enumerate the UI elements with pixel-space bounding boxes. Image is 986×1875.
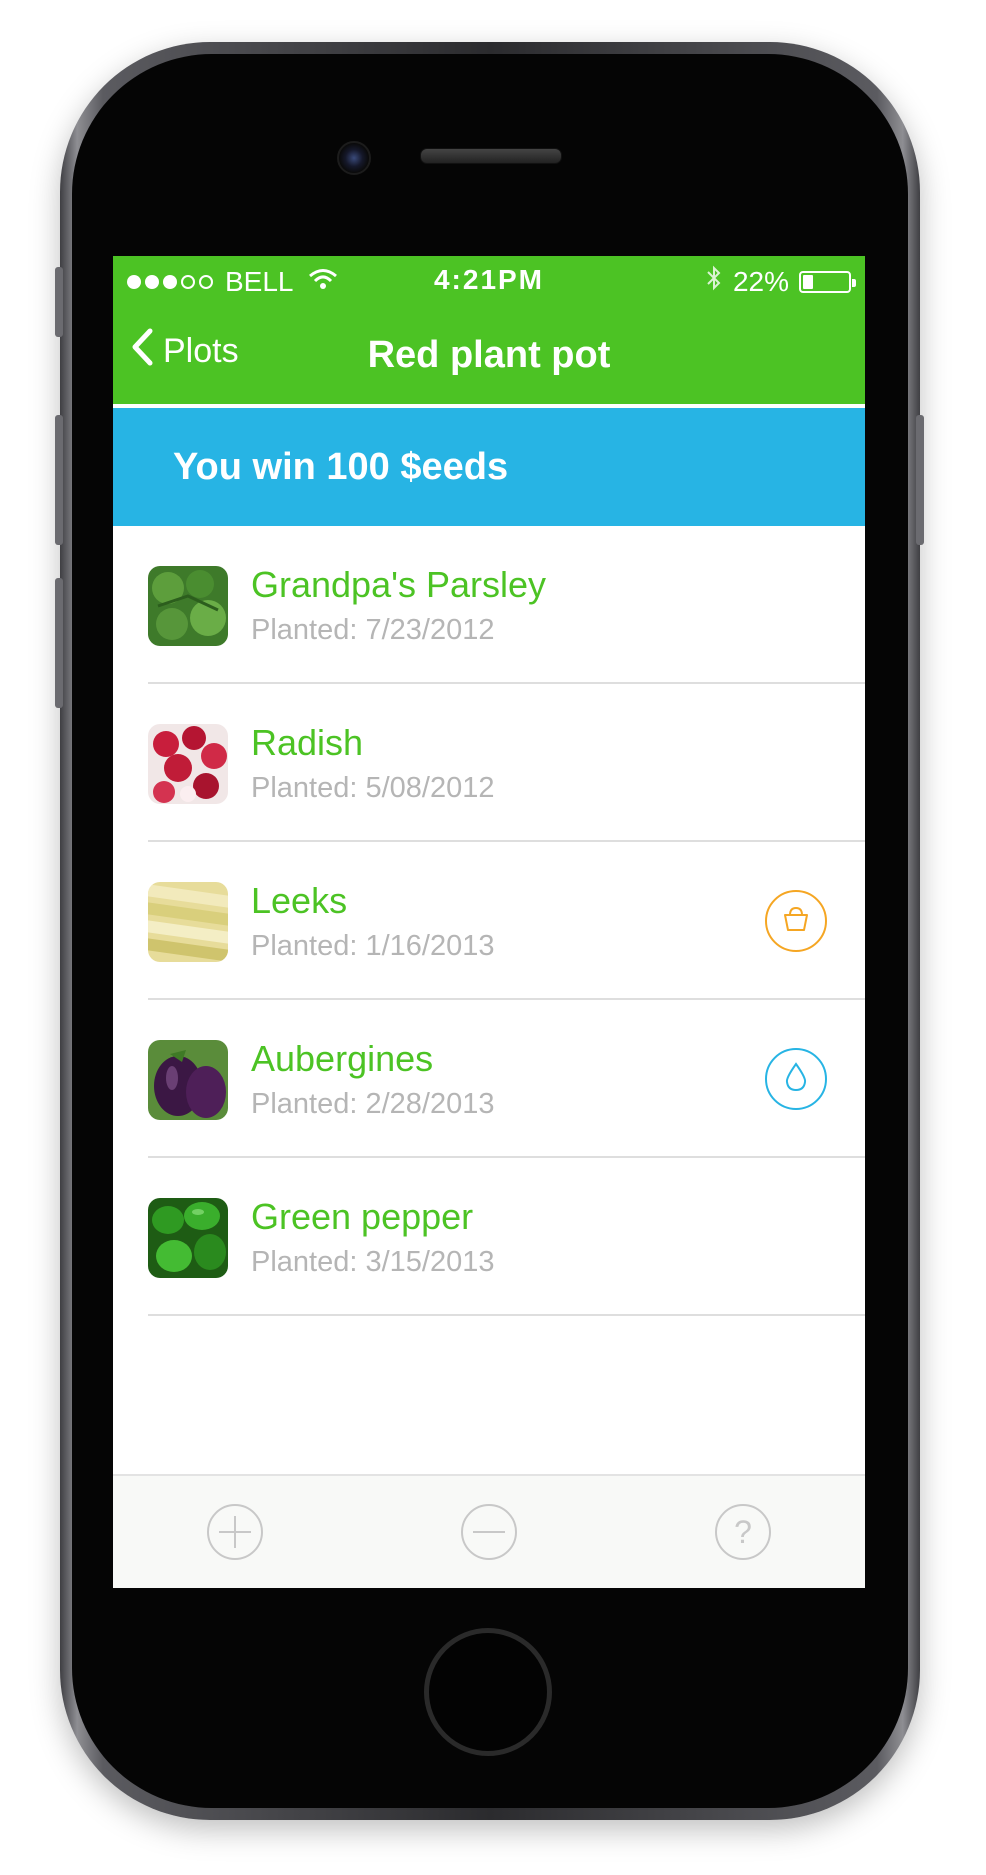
bluetooth-icon: [705, 264, 723, 299]
help-button[interactable]: ?: [713, 1502, 773, 1562]
mute-switch: [55, 267, 63, 337]
plant-date: Planted: 1/16/2013: [251, 930, 495, 962]
plant-date: Planted: 7/23/2012: [251, 614, 495, 646]
leeks-thumbnail: [148, 882, 228, 962]
plant-date: Planted: 3/15/2013: [251, 1246, 495, 1278]
volume-down-button: [55, 578, 63, 708]
basket-icon: [779, 902, 813, 941]
question-icon: ?: [713, 1504, 773, 1566]
minus-icon: [459, 1504, 519, 1566]
list-item[interactable]: Green pepper Planted: 3/15/2013: [113, 1158, 865, 1316]
list-item[interactable]: Leeks Planted: 1/16/2013: [113, 842, 865, 1000]
plus-icon: [205, 1504, 265, 1566]
list-item[interactable]: Aubergines Planted: 2/28/2013: [113, 1000, 865, 1158]
water-button[interactable]: [765, 1048, 827, 1110]
status-bar: BELL 4:21PM 22%: [113, 256, 865, 308]
radish-thumbnail: [148, 724, 228, 804]
front-camera: [337, 141, 371, 175]
reward-banner-text: You win 100 $eeds: [173, 446, 509, 488]
aubergines-thumbnail: [148, 1040, 228, 1120]
app-screen: BELL 4:21PM 22% Plots Red plant pot You …: [113, 256, 865, 1588]
remove-plant-button[interactable]: [459, 1502, 519, 1562]
plant-name: Radish: [251, 722, 364, 763]
battery-percent: 22%: [732, 265, 789, 297]
list-item[interactable]: Grandpa's Parsley Planted: 7/23/2012: [113, 526, 865, 684]
harvest-button[interactable]: [765, 890, 827, 952]
reward-banner[interactable]: You win 100 $eeds: [113, 408, 865, 526]
navigation-bar: Plots Red plant pot: [113, 308, 865, 404]
page-title: Red plant pot: [367, 334, 611, 376]
svg-text:?: ?: [734, 1514, 752, 1550]
plant-name: Aubergines: [251, 1038, 434, 1079]
plant-name: Grandpa's Parsley: [251, 564, 547, 605]
plant-list: Grandpa's Parsley Planted: 7/23/2012 Rad…: [113, 526, 865, 1316]
plant-name: Green pepper: [251, 1196, 474, 1237]
list-item[interactable]: Radish Planted: 5/08/2012: [113, 684, 865, 842]
plant-date: Planted: 2/28/2013: [251, 1088, 495, 1120]
power-button: [916, 415, 924, 545]
earpiece-speaker: [420, 148, 562, 164]
parsley-thumbnail: [148, 566, 228, 646]
home-button[interactable]: [424, 1628, 552, 1756]
plant-date: Planted: 5/08/2012: [251, 772, 495, 804]
green-pepper-thumbnail: [148, 1198, 228, 1278]
volume-up-button: [55, 415, 63, 545]
battery-icon: [799, 270, 856, 293]
plant-name: Leeks: [251, 880, 348, 921]
water-drop-icon: [781, 1060, 811, 1099]
add-plant-button[interactable]: [205, 1502, 265, 1562]
bottom-toolbar: ?: [113, 1474, 865, 1588]
